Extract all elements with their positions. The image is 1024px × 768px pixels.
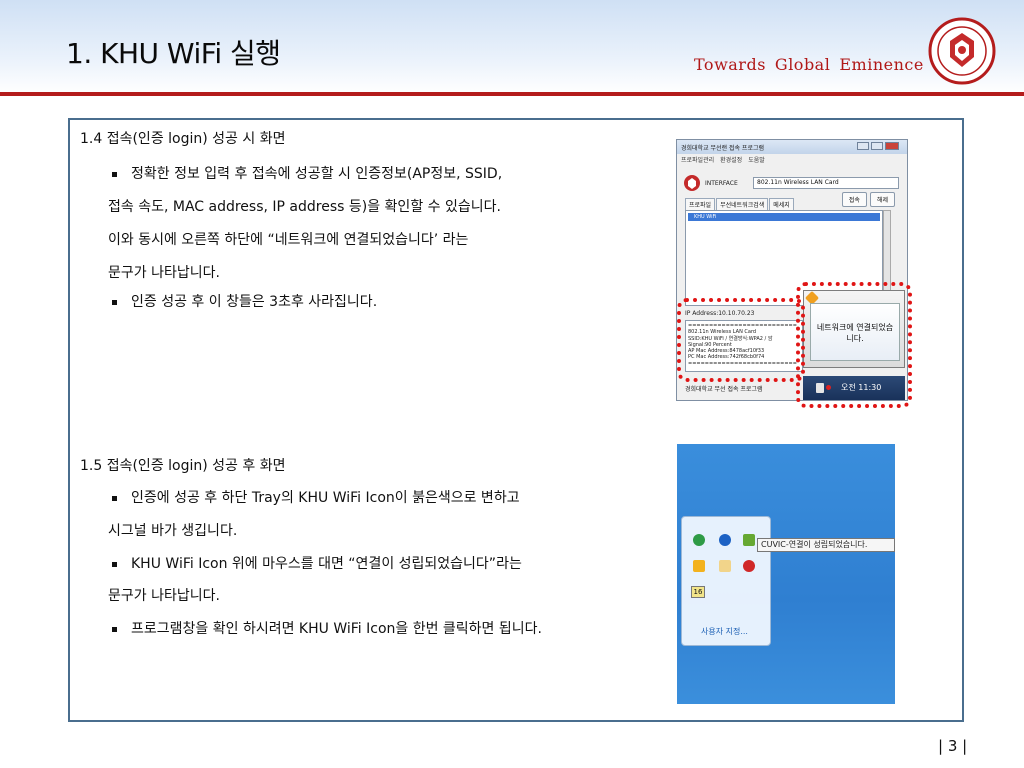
university-seal-icon [928,17,996,85]
app-icon[interactable] [693,560,705,572]
window-footer: 경희대학교 무선 접속 프로그램 [685,386,763,393]
calendar-icon[interactable]: 16 [691,586,705,598]
list-item[interactable]: KHU WiFi [688,213,880,221]
bluetooth-icon[interactable] [719,534,731,546]
text-line: 인증에 성공 후 하단 Tray의 KHU WiFi Icon이 붉은색으로 변… [131,490,520,506]
menu-item[interactable]: 환경설정 [720,155,742,164]
highlight-info-box [677,298,805,382]
menubar: 프로파일관리 환경설정 도움말 [677,154,907,164]
text-line: 인증 성공 후 이 창들은 3초후 사라집니다. [131,294,378,310]
text-line: 문구가 나타납니다. [108,265,220,281]
interface-value: 802.11n Wireless LAN Card [757,179,839,186]
bullet-marker [112,627,117,632]
header-divider [0,92,1024,96]
connect-button[interactable]: 접속 [841,192,867,207]
mail-icon[interactable] [719,560,731,572]
khu-wifi-icon[interactable] [743,560,755,572]
bullet-marker [112,300,117,305]
customize-link[interactable]: 사용자 지정... [701,626,748,637]
action-buttons: 접속 해제 [841,192,895,207]
slide-title: 1. KHU WiFi 실행 [66,37,281,70]
interface-row: INTERFACE 802.11n Wireless LAN Card [683,174,899,192]
window-title: 경희대학교 무선랜 접속 프로그램 [681,144,765,152]
text-line: 접속 속도, MAC address, IP address 등)을 확인할 수… [108,199,501,215]
maximize-button[interactable] [871,142,883,150]
section-title: 1.5 접속(인증 login) 성공 후 화면 [80,458,286,474]
slide-header: 1. KHU WiFi 실행 Towards Global Eminence [0,0,1024,94]
tagline-word: Global [774,55,831,74]
interface-label: INTERFACE [705,180,738,187]
bullet-marker [112,172,117,177]
section-title: 1.4 접속(인증 login) 성공 시 화면 [80,131,286,147]
text-line: 시그널 바가 생깁니다. [108,523,238,539]
page-number: | 3 | [938,737,968,755]
menu-item[interactable]: 도움말 [748,155,765,164]
minimize-button[interactable] [857,142,869,150]
tagline-word: Towards [694,55,766,74]
window-controls [857,142,899,150]
highlight-popup-box [796,282,912,408]
tagline: Towards Global Eminence [694,55,933,74]
interface-select[interactable]: 802.11n Wireless LAN Card [753,177,899,189]
text-line: 이와 동시에 오른쪽 하단에 “네트워크에 연결되었습니다’ 라는 [108,232,469,248]
bullet-marker [112,562,117,567]
tray-screenshot: 16 사용자 지정... CUVIC-연결이 성립되었습니다. [677,444,895,704]
nvidia-icon[interactable] [743,534,755,546]
text-line: KHU WiFi Icon 위에 마우스를 대면 “연결이 성립되었습니다”라는 [131,556,522,572]
text-line: 정확한 정보 입력 후 접속에 성공할 시 인증정보(AP정보, SSID, [131,166,503,182]
disconnect-button[interactable]: 해제 [869,192,895,207]
khu-seal-icon [684,175,700,191]
security-icon[interactable] [693,534,705,546]
tagline-word: Eminence [839,55,924,74]
text-line: 문구가 나타납니다. [108,588,220,604]
close-button[interactable] [885,142,899,150]
bullet-marker [112,496,117,501]
text-line: 프로그램창을 확인 하시려면 KHU WiFi Icon을 한번 클릭하면 됩니… [131,621,542,637]
menu-item[interactable]: 프로파일관리 [681,155,714,164]
wifi-tooltip: CUVIC-연결이 성립되었습니다. [757,538,895,552]
